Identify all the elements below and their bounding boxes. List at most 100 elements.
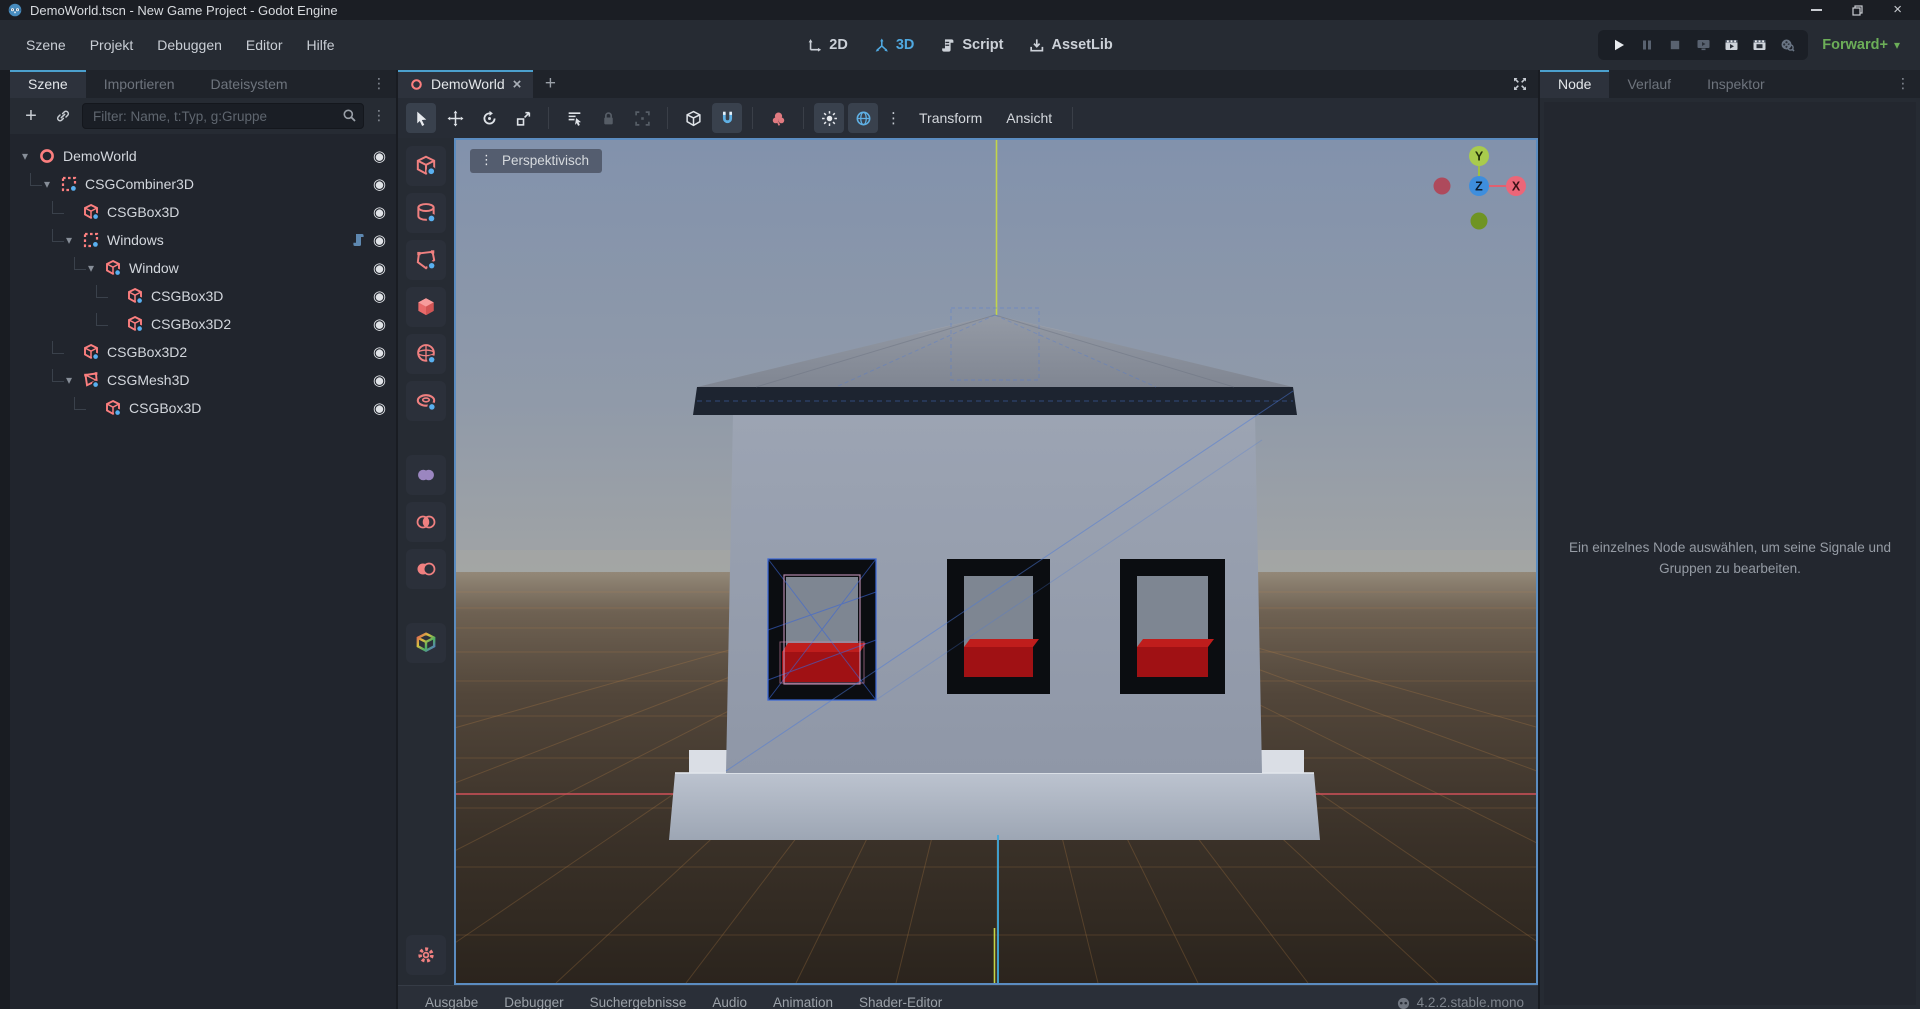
tree-row-csgbox3d2[interactable]: CSGBox3D2 ◉ bbox=[10, 338, 396, 366]
tree-row-csgbox3d2[interactable]: CSGBox3D2 ◉ bbox=[10, 310, 396, 338]
tree-row-csgcombiner3d[interactable]: ▾ CSGCombiner3D ◉ bbox=[10, 170, 396, 198]
visibility-eye-icon[interactable]: ◉ bbox=[373, 259, 386, 277]
csg-mesh-button[interactable] bbox=[406, 287, 446, 327]
tab-ausgabe[interactable]: Ausgabe bbox=[412, 994, 491, 1009]
transform-menu[interactable]: Transform bbox=[909, 110, 992, 126]
new-scene-tab-button[interactable]: + bbox=[533, 70, 567, 98]
sun-env-menu-icon[interactable]: ⋮ bbox=[882, 109, 905, 127]
menu-projekt[interactable]: Projekt bbox=[78, 31, 146, 59]
workspace-3d-button[interactable]: 3D bbox=[874, 37, 915, 53]
visibility-eye-icon[interactable]: ◉ bbox=[373, 343, 386, 361]
expand-viewport-button[interactable] bbox=[1502, 70, 1538, 98]
tab-node[interactable]: Node bbox=[1540, 70, 1609, 98]
paint-tool-button[interactable] bbox=[763, 103, 793, 133]
csg-box-button[interactable] bbox=[406, 146, 446, 186]
tab-suchergebnisse[interactable]: Suchergebnisse bbox=[577, 994, 700, 1009]
lock-selected-button[interactable] bbox=[593, 103, 623, 133]
tree-row-demoworld[interactable]: ▾ DemoWorld ◉ bbox=[10, 142, 396, 170]
menu-debuggen[interactable]: Debuggen bbox=[145, 31, 234, 59]
scene-tree-menu-icon[interactable]: ⋮ bbox=[370, 108, 388, 124]
menu-hilfe[interactable]: Hilfe bbox=[294, 31, 346, 59]
csg-sphere-button[interactable] bbox=[406, 334, 446, 374]
expander-icon[interactable]: ▾ bbox=[44, 177, 60, 191]
workspace-assetlib-button[interactable]: AssetLib bbox=[1029, 37, 1112, 53]
gizmo-negative-x[interactable] bbox=[1434, 178, 1451, 195]
play-scene-button[interactable] bbox=[1720, 35, 1742, 55]
expander-icon[interactable]: ▾ bbox=[88, 261, 104, 275]
tab-animation[interactable]: Animation bbox=[760, 994, 846, 1009]
close-button[interactable]: × bbox=[1893, 3, 1902, 17]
tab-audio[interactable]: Audio bbox=[699, 994, 760, 1009]
tab-shader-editor[interactable]: Shader-Editor bbox=[846, 994, 955, 1009]
menu-editor[interactable]: Editor bbox=[234, 31, 295, 59]
left-dock: Szene Importieren Dateisystem ⋮ + ⋮ bbox=[10, 70, 396, 1009]
play-button[interactable] bbox=[1608, 35, 1630, 55]
csg-cylinder-button[interactable] bbox=[406, 193, 446, 233]
visibility-eye-icon[interactable]: ◉ bbox=[373, 175, 386, 193]
gift-box-button[interactable] bbox=[406, 623, 446, 663]
csg-subtraction-button[interactable] bbox=[406, 549, 446, 589]
movie-maker-button[interactable] bbox=[1776, 35, 1798, 55]
csg-settings-button[interactable] bbox=[406, 935, 446, 975]
play-remote-button[interactable] bbox=[1692, 35, 1714, 55]
visibility-eye-icon[interactable]: ◉ bbox=[373, 399, 386, 417]
local-space-button[interactable] bbox=[678, 103, 708, 133]
expander-icon[interactable]: ▾ bbox=[22, 149, 38, 163]
viewport-3d-scene[interactable]: Y Z X bbox=[456, 140, 1536, 983]
rotate-mode-button[interactable] bbox=[474, 103, 504, 133]
csg-intersection-button[interactable] bbox=[406, 502, 446, 542]
renderer-select[interactable]: Forward+ ▾ bbox=[1822, 37, 1906, 53]
tab-debugger[interactable]: Debugger bbox=[491, 994, 576, 1009]
play-custom-scene-button[interactable] bbox=[1748, 35, 1770, 55]
viewport-3d[interactable]: Y Z X ⋮ Perspektivisch bbox=[454, 138, 1538, 985]
csg-union-button[interactable] bbox=[406, 455, 446, 495]
tab-dateisystem[interactable]: Dateisystem bbox=[193, 70, 306, 98]
visibility-eye-icon[interactable]: ◉ bbox=[373, 315, 386, 333]
tree-row-csgbox3d[interactable]: CSGBox3D ◉ bbox=[10, 198, 396, 226]
csg-torus-button[interactable] bbox=[406, 381, 446, 421]
preview-sun-button[interactable] bbox=[814, 103, 844, 133]
pause-button[interactable] bbox=[1636, 35, 1658, 55]
workspace-2d-button[interactable]: 2D bbox=[807, 37, 848, 53]
tab-szene[interactable]: Szene bbox=[10, 70, 86, 98]
menu-szene[interactable]: Szene bbox=[14, 31, 78, 59]
preview-environment-button[interactable] bbox=[848, 103, 878, 133]
list-select-button[interactable] bbox=[559, 103, 589, 133]
tab-verlauf[interactable]: Verlauf bbox=[1609, 70, 1689, 98]
workspace-script-button[interactable]: Script bbox=[940, 37, 1003, 53]
expander-icon[interactable]: ▾ bbox=[66, 373, 82, 387]
tree-row-csgbox3d[interactable]: CSGBox3D ◉ bbox=[10, 282, 396, 310]
tree-row-window[interactable]: ▾ Window ◉ bbox=[10, 254, 396, 282]
visibility-eye-icon[interactable]: ◉ bbox=[373, 203, 386, 221]
tree-row-windows[interactable]: ▾ Windows ◉ bbox=[10, 226, 396, 254]
instance-scene-button[interactable] bbox=[50, 103, 76, 129]
ansicht-menu[interactable]: Ansicht bbox=[996, 110, 1062, 126]
scale-mode-button[interactable] bbox=[508, 103, 538, 133]
stop-button[interactable] bbox=[1664, 35, 1686, 55]
script-badge-icon[interactable] bbox=[352, 233, 365, 247]
csg-polygon-button[interactable] bbox=[406, 240, 446, 280]
tab-inspektor[interactable]: Inspektor bbox=[1689, 70, 1783, 98]
expander-icon[interactable]: ▾ bbox=[66, 233, 82, 247]
projection-menu-button[interactable]: ⋮ Perspektivisch bbox=[470, 149, 602, 173]
select-mode-button[interactable] bbox=[406, 103, 436, 133]
visibility-eye-icon[interactable]: ◉ bbox=[373, 371, 386, 389]
tab-importieren[interactable]: Importieren bbox=[86, 70, 193, 98]
scene-tab-demoworld[interactable]: DemoWorld × bbox=[398, 70, 533, 98]
gizmo-negative-y[interactable] bbox=[1471, 213, 1488, 230]
minimize-button[interactable] bbox=[1811, 9, 1822, 11]
close-tab-icon[interactable]: × bbox=[513, 76, 522, 93]
right-dock-menu-icon[interactable]: ⋮ bbox=[1886, 70, 1920, 98]
visibility-eye-icon[interactable]: ◉ bbox=[373, 287, 386, 305]
group-selected-button[interactable] bbox=[627, 103, 657, 133]
snap-toggle-button[interactable] bbox=[712, 103, 742, 133]
tree-row-csgmesh3d[interactable]: ▾ CSGMesh3D ◉ bbox=[10, 366, 396, 394]
restore-button[interactable] bbox=[1852, 5, 1863, 16]
tree-row-csgbox3d[interactable]: CSGBox3D ◉ bbox=[10, 394, 396, 422]
visibility-eye-icon[interactable]: ◉ bbox=[373, 147, 386, 165]
add-node-button[interactable]: + bbox=[18, 103, 44, 129]
visibility-eye-icon[interactable]: ◉ bbox=[373, 231, 386, 249]
scene-filter-input[interactable] bbox=[82, 103, 364, 129]
left-dock-menu-icon[interactable]: ⋮ bbox=[362, 70, 396, 98]
move-mode-button[interactable] bbox=[440, 103, 470, 133]
